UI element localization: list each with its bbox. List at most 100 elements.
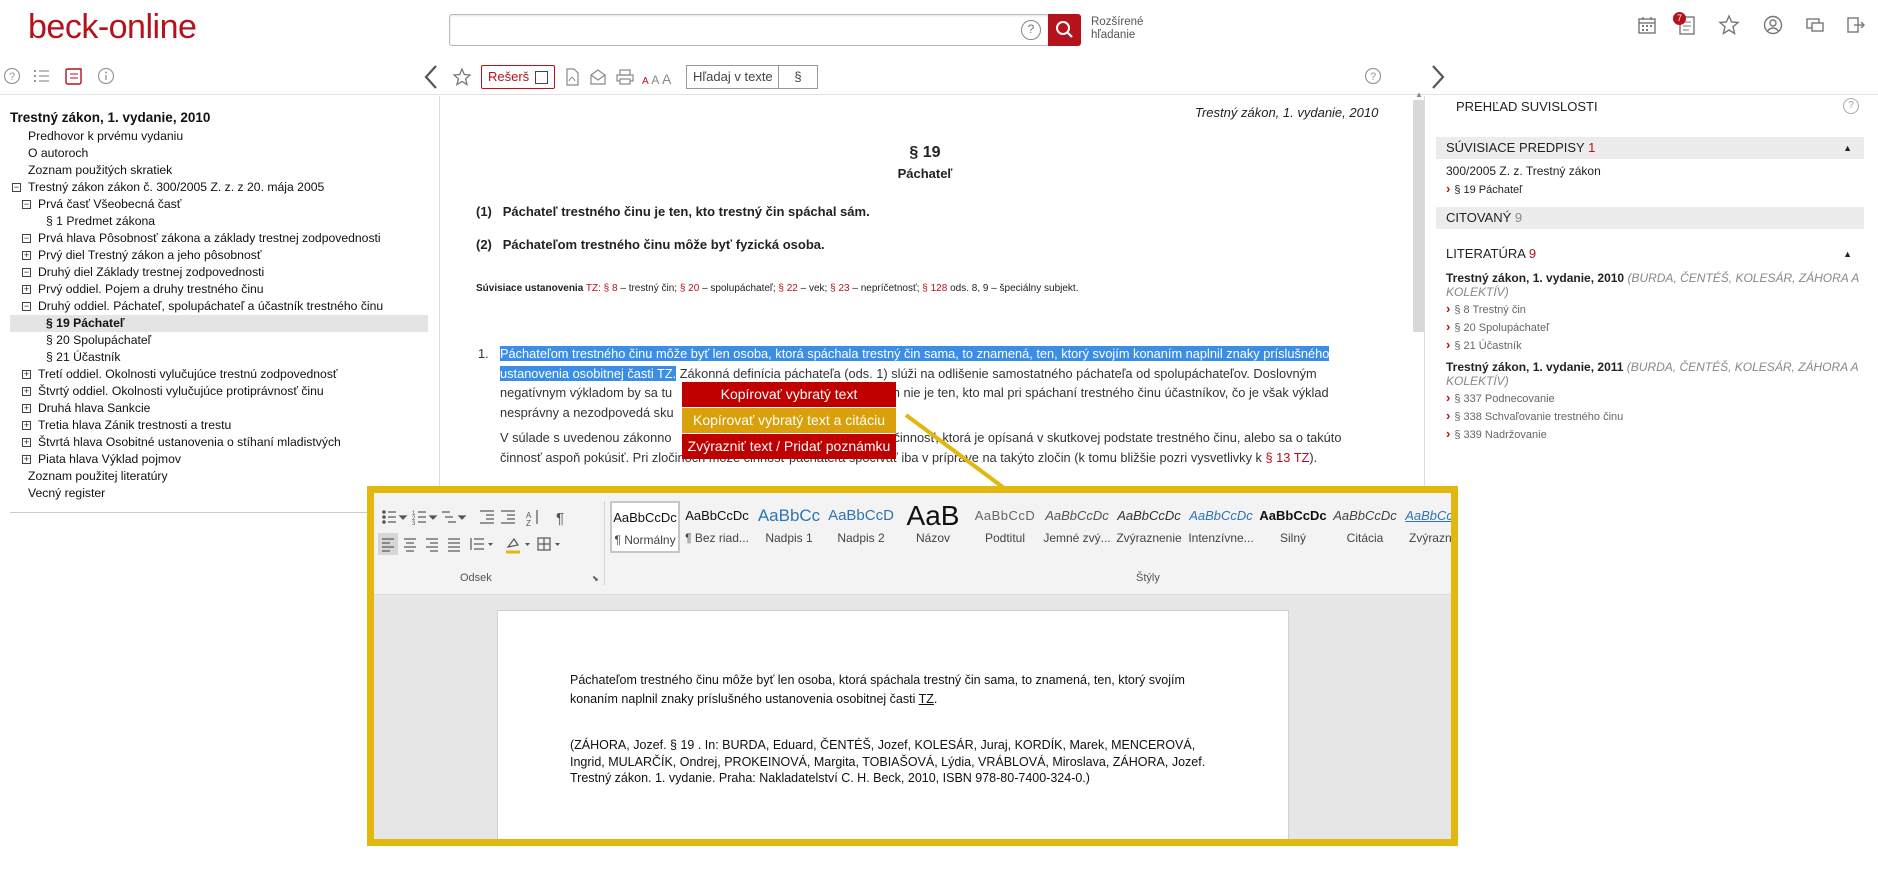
tree-item[interactable]: § 19 Páchateľ [10,315,428,332]
tree-item[interactable]: − Druhý oddiel. Páchateľ, spolupáchateľ a… [10,298,428,315]
style-option[interactable]: AaBbCcDc ¶ Normálny [610,501,680,553]
related-ref-link[interactable]: § 22 [778,283,797,294]
paragraph-search-button[interactable]: § [779,65,818,89]
tree-item[interactable]: Predhovor k prvému vydaniu [10,128,428,145]
expand-icon[interactable]: + [22,455,31,464]
list-icon[interactable] [33,67,51,85]
menu-copy-with-citation[interactable]: Kopírovať vybratý text a citáciu [682,408,896,433]
logout-icon[interactable] [1844,14,1866,36]
style-option[interactable]: AaBbCcDc Zvýraznenie [1114,501,1184,553]
scroll-icon[interactable] [63,66,85,86]
literature-book-2[interactable]: Trestný zákon, 1. vydanie, 2011 (BURDA, … [1446,360,1860,388]
related-regulations-header[interactable]: SÚVISIACE PREDPISY 1 ▲ [1436,137,1864,159]
tree-item[interactable]: + Prvý diel Trestný zákon a jeho pôsobnos… [10,247,428,264]
pdf-icon[interactable] [564,68,580,86]
style-option[interactable]: AaBbCcDc Citácia [1330,501,1400,553]
literature-link[interactable]: § 8 Trestný čin [1446,301,1526,316]
style-option[interactable]: AaB Názov [898,501,968,553]
tree-item[interactable]: Vecný register [10,485,428,502]
selected-text-line-2[interactable]: ustanovenia osobitnej časti TZ. [500,365,677,381]
mail-icon[interactable] [589,69,607,85]
help-icon[interactable]: ? [3,67,21,85]
menu-highlight-note[interactable]: Zvýrazniť text / Pridať poznámku [682,434,896,459]
related-ref-link[interactable]: § 23 [830,283,849,294]
tree-item[interactable]: + Štvrtá hlava Osobitné ustanovenia o stí… [10,434,428,451]
tree-item[interactable]: Zoznam použitých skratiek [10,162,428,179]
font-small[interactable]: A [642,76,649,87]
cited-header[interactable]: CITOVANÝ 9 [1436,207,1864,229]
expand-icon[interactable]: + [22,421,31,430]
style-option[interactable]: AaBbCcDc ¶ Bez riad... [682,501,752,553]
logo[interactable]: beck-online [28,8,197,47]
menu-copy-selected[interactable]: Kopírovať vybratý text [682,382,896,407]
print-icon[interactable] [616,69,634,85]
tree-item[interactable]: + Štvrtý oddiel. Okolnosti vylučujúce pro… [10,383,428,400]
collapse-icon[interactable]: − [12,183,21,192]
star-icon[interactable] [1718,14,1740,36]
chevron-left-icon[interactable] [423,64,439,90]
expand-icon[interactable]: + [22,370,31,379]
regulation-sub-link[interactable]: § 19 Páchateľ [1446,181,1522,196]
style-option[interactable]: AaBbCcDc Jemné zvý... [1042,501,1112,553]
font-large[interactable]: A [662,71,671,87]
resers-checkbox[interactable] [535,70,549,84]
collapse-up-icon[interactable]: ▲ [1843,137,1852,159]
expand-icon[interactable]: + [22,404,31,413]
tree-item[interactable]: § 1 Predmet zákona [10,213,428,230]
regulation-line[interactable]: 300/2005 Z. z. Trestný zákon [1446,164,1601,178]
literature-header[interactable]: LITERATÚRA 9 ▲ [1436,243,1864,265]
literature-link[interactable]: § 20 Spolupáchateľ [1446,319,1549,334]
related-ref-link[interactable]: § 20 [680,283,699,294]
user-icon[interactable] [1762,14,1784,36]
tree-item[interactable]: O autoroch [10,145,428,162]
collapse-icon[interactable]: − [22,234,31,243]
expand-icon[interactable]: + [22,285,31,294]
bookmark-star-icon[interactable] [452,67,472,87]
style-option[interactable]: AaBbCcDc Intenzívne... [1186,501,1256,553]
literature-link[interactable]: § 21 Účastník [1446,337,1521,352]
expand-icon[interactable]: + [22,251,31,260]
tree-item[interactable]: − Prvá hlava Pôsobnosť zákona a základy t… [10,230,428,247]
collapse-icon[interactable]: − [22,200,31,209]
collapse-icon[interactable]: − [22,302,31,311]
tree-item[interactable]: + Tretí oddiel. Okolnosti vylučujúce tres… [10,366,428,383]
paragraph-tools-row-1[interactable]: 123 AZ ¶ [380,507,570,529]
info-icon[interactable] [97,67,115,85]
literature-link[interactable]: § 338 Schvaľovanie trestného činu [1446,408,1623,423]
search-button[interactable] [1048,14,1081,46]
selected-text-line-1[interactable]: Páchateľom trestného činu môže byť len o… [500,346,1330,361]
tree-item[interactable]: − Druhý diel Základy trestnej zodpovednos… [10,264,428,281]
tree-item[interactable]: + Prvý oddiel. Pojem a druhy trestného či… [10,281,428,298]
collapse-icon[interactable]: − [22,268,31,277]
comment2-link[interactable]: § 13 TZ [1266,450,1310,465]
tree-item[interactable]: § 20 Spolupáchateľ [10,332,428,349]
find-in-text-input[interactable]: Hľadaj v texte [686,65,779,89]
advanced-search-link[interactable]: Rozšírené hľadanie [1091,16,1161,42]
scroll-up-arrow[interactable]: ▲ [1415,90,1423,99]
tree-item[interactable]: § 21 Účastník [10,349,428,366]
chat-icon[interactable] [1804,14,1826,36]
related-ref-link[interactable]: § 128 [922,283,947,294]
literature-book-1[interactable]: Trestný zákon, 1. vydanie, 2010 (BURDA, … [1446,271,1860,299]
literature-link[interactable]: § 339 Nadržovanie [1446,426,1546,441]
style-option[interactable]: AaBbCcDc Zvýraznen [1402,501,1451,553]
word-page[interactable]: Páchateľom trestného činu môže byť len o… [497,610,1289,839]
collapse-up-icon[interactable]: ▲ [1843,243,1852,265]
tree-item[interactable]: Zoznam použitej literatúry [10,468,428,485]
font-medium[interactable]: A [651,73,658,87]
chevron-right-icon[interactable] [1430,64,1446,90]
style-option[interactable]: AaBbCcDc Silný [1258,501,1328,553]
style-option[interactable]: AaBbCcD Podtitul [970,501,1040,553]
tree-item[interactable]: + Piata hlava Výklad pojmov [10,451,428,468]
resers-toggle[interactable]: Rešerš [481,65,556,89]
expand-icon[interactable]: + [22,438,31,447]
related-ref-link[interactable]: § 8 [604,283,618,294]
expand-icon[interactable]: + [22,387,31,396]
font-size-control[interactable]: A A A [642,71,671,87]
literature-link[interactable]: § 337 Podnecovanie [1446,390,1554,405]
tree-title[interactable]: Trestný zákon, 1. vydanie, 2010 [10,110,428,125]
tree-item[interactable]: + Druhá hlava Sankcie [10,400,428,417]
search-input[interactable] [449,14,1049,46]
paragraph-tools-row-2[interactable] [378,533,578,555]
tree-item[interactable]: + Tretia hlava Zánik trestnosti a trestu [10,417,428,434]
